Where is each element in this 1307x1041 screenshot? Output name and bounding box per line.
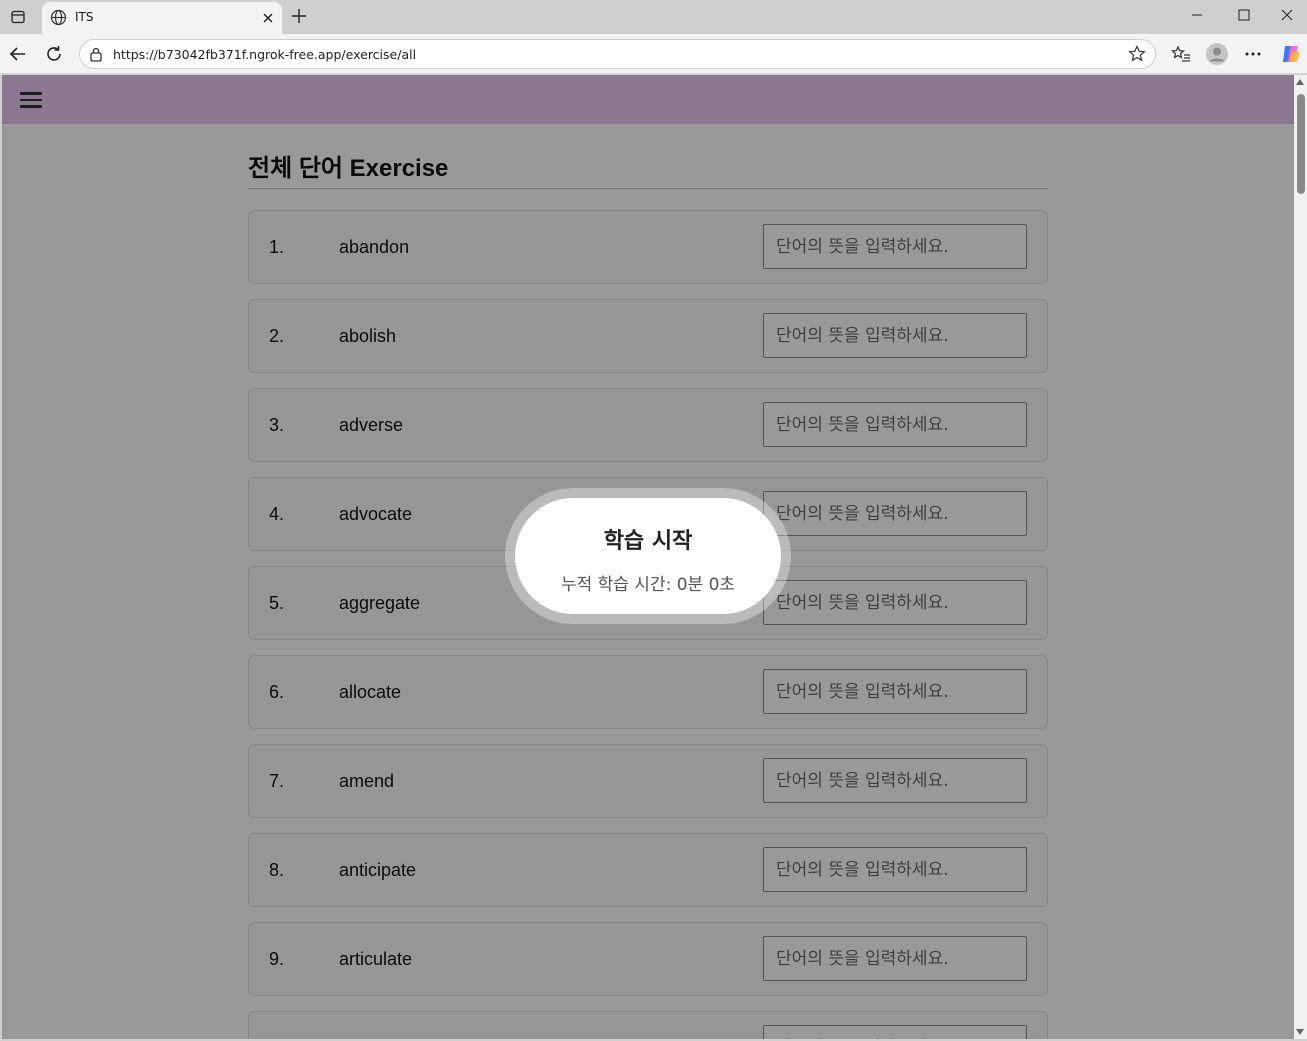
page-scrollbar[interactable] xyxy=(1294,75,1307,1039)
profile-avatar-icon[interactable] xyxy=(1205,42,1229,66)
address-bar[interactable]: https://b73042fb371f.ngrok-free.app/exer… xyxy=(79,39,1156,69)
tab-title: ITS xyxy=(75,10,94,24)
close-window-icon[interactable] xyxy=(1264,0,1307,30)
browser-tab[interactable]: ITS xyxy=(42,2,282,34)
refresh-icon[interactable] xyxy=(42,42,66,66)
page-viewport: 전체 단어 Exercise 1. abandon 2. abolish 3. … xyxy=(2,75,1294,1039)
favorite-star-icon[interactable] xyxy=(1128,45,1146,67)
back-arrow-icon[interactable] xyxy=(6,42,30,66)
close-tab-icon[interactable] xyxy=(258,8,278,28)
tab-actions-icon[interactable] xyxy=(6,5,30,29)
favorites-icon[interactable] xyxy=(1169,42,1193,66)
more-options-icon[interactable] xyxy=(1241,42,1265,66)
scroll-down-arrow-icon[interactable] xyxy=(1296,1029,1304,1035)
cumulative-study-time: 누적 학습 시간: 0분 0초 xyxy=(560,575,736,595)
maximize-icon[interactable] xyxy=(1221,0,1267,30)
start-study-button[interactable]: 학습 시작 누적 학습 시간: 0분 0초 xyxy=(515,498,781,614)
copilot-icon[interactable] xyxy=(1279,42,1303,66)
start-study-label: 학습 시작 xyxy=(603,529,693,554)
new-tab-icon[interactable] xyxy=(288,5,310,27)
url-text: https://b73042fb371f.ngrok-free.app/exer… xyxy=(113,47,417,62)
minimize-icon[interactable] xyxy=(1174,0,1220,30)
browser-toolbar: https://b73042fb371f.ngrok-free.app/exer… xyxy=(0,34,1307,74)
site-info-icon[interactable] xyxy=(89,47,103,66)
scrollbar-thumb[interactable] xyxy=(1297,94,1305,194)
browser-tab-strip: ITS xyxy=(0,0,1307,34)
globe-icon xyxy=(50,9,67,30)
scroll-up-arrow-icon[interactable] xyxy=(1296,79,1304,85)
